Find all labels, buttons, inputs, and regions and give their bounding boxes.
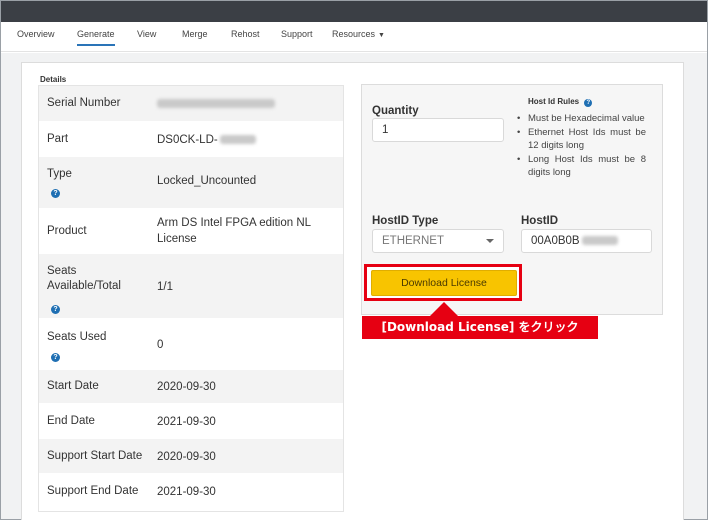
row-label: Type xyxy=(47,168,72,180)
hostid-type-value: ETHERNET xyxy=(382,235,444,247)
hostid-type-select[interactable]: ETHERNET xyxy=(372,229,504,253)
host-id-rules-list: Must be Hexadecimal value Ethernet Host … xyxy=(516,112,646,180)
row-label: Serial Number xyxy=(47,97,121,109)
table-row: Seats Available/Total ? 1/1 xyxy=(39,254,343,319)
list-item: Ethernet Host Ids must be 12 digits long xyxy=(516,126,646,152)
row-label: Seats Used xyxy=(47,331,107,343)
row-value: 2020-09-30 xyxy=(157,451,216,463)
quantity-input[interactable]: 1 xyxy=(372,118,504,142)
host-id-rules-label: Host Id Rules xyxy=(528,97,580,106)
row-label: Start Date xyxy=(47,380,99,392)
help-icon[interactable]: ? xyxy=(51,305,60,314)
help-icon[interactable]: ? xyxy=(51,353,60,362)
hostid-value: 00A0B0B xyxy=(531,235,580,247)
chevron-down-icon: ▼ xyxy=(378,32,385,39)
row-value: 2021-09-30 xyxy=(157,416,216,428)
download-license-button[interactable]: Download License xyxy=(371,270,517,296)
hostid-type-label: HostID Type xyxy=(372,215,439,227)
row-value: 2021-09-30 xyxy=(157,486,216,498)
quantity-label: Quantity xyxy=(372,105,419,117)
table-row: Support Start Date 2020-09-30 xyxy=(39,439,343,474)
nav-merge[interactable]: Merge xyxy=(182,30,208,46)
table-row: Serial Number xyxy=(39,86,343,122)
nav-rehost[interactable]: Rehost xyxy=(231,30,260,46)
table-row: Start Date 2020-09-30 xyxy=(39,370,343,404)
table-row: Support End Date 2021-09-30 xyxy=(39,474,343,511)
list-item: Must be Hexadecimal value xyxy=(516,112,646,125)
part-number: DS0CK-LD- xyxy=(157,134,218,146)
details-table: Serial Number Part DS0CK-LD- Type ? Lock… xyxy=(38,85,344,512)
row-value: Arm DS Intel FPGA edition NL License xyxy=(157,217,311,245)
nav-view[interactable]: View xyxy=(137,30,156,46)
table-row: Product Arm DS Intel FPGA edition NL Lic… xyxy=(39,209,343,254)
redacted-serial xyxy=(157,99,275,109)
help-icon[interactable]: ? xyxy=(51,189,60,198)
nav-resources[interactable]: Resources ▼ xyxy=(332,30,385,46)
details-heading: Details xyxy=(40,75,67,84)
hostid-input[interactable]: 00A0B0B xyxy=(521,229,652,253)
nav-generate[interactable]: Generate xyxy=(77,30,115,46)
redacted-hostid xyxy=(581,236,618,246)
chevron-down-icon xyxy=(486,239,494,243)
table-row: Part DS0CK-LD- xyxy=(39,122,343,157)
row-value: Locked_Uncounted xyxy=(157,175,257,187)
top-bar xyxy=(1,1,707,22)
help-icon[interactable]: ? xyxy=(584,99,593,107)
row-label: Part xyxy=(47,133,69,145)
table-row: Type ? Locked_Uncounted xyxy=(39,157,343,209)
callout-label: [Download License] をクリック xyxy=(362,316,598,339)
row-value xyxy=(157,96,337,112)
nav-resources-label: Resources xyxy=(332,29,376,39)
row-label: Seats Available/Total xyxy=(47,265,121,292)
redacted-part xyxy=(219,135,256,145)
row-value: 0 xyxy=(157,339,164,351)
list-item: Long Host Ids must be 8 digits long xyxy=(516,153,646,179)
row-value: 2020-09-30 xyxy=(157,381,216,393)
callout-pointer xyxy=(430,302,458,316)
row-label: Support Start Date xyxy=(47,450,143,462)
main-nav: Overview Generate View Merge Rehost Supp… xyxy=(1,22,707,52)
row-label: Product xyxy=(47,225,87,237)
hostid-label: HostID xyxy=(521,215,559,227)
table-row: Seats Used ? 0 xyxy=(39,319,343,370)
nav-support[interactable]: Support xyxy=(281,30,313,46)
row-value: 1/1 xyxy=(157,281,173,293)
row-label: End Date xyxy=(47,415,95,427)
row-label: Support End Date xyxy=(47,485,139,497)
row-value: DS0CK-LD- xyxy=(157,132,337,148)
nav-overview[interactable]: Overview xyxy=(17,30,55,46)
host-id-rules-title: Host Id Rules ? xyxy=(528,97,593,107)
table-row: End Date 2021-09-30 xyxy=(39,404,343,439)
